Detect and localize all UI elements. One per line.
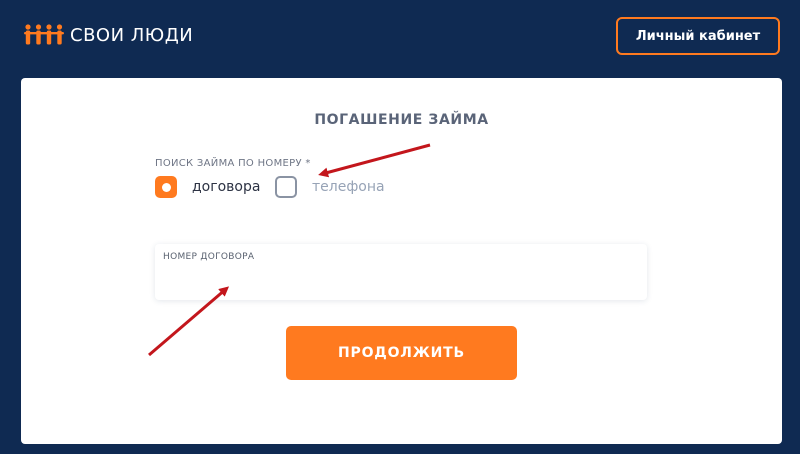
contract-option-label: договора: [192, 179, 261, 195]
contract-number-input[interactable]: [163, 268, 637, 294]
search-by-contract-option[interactable]: договора: [155, 176, 260, 198]
logo-text: СВОИ ЛЮДИ: [70, 24, 194, 46]
search-by-label: ПОИСК ЗАЙМА ПО НОМЕРУ *: [155, 158, 311, 169]
phone-option-label: телефона: [312, 179, 385, 195]
personal-cabinet-button[interactable]: Личный кабинет: [616, 17, 780, 55]
contract-number-field[interactable]: НОМЕР ДОГОВОРА: [155, 244, 647, 300]
phone-checkbox[interactable]: [275, 176, 297, 198]
checked-dot-icon: [161, 182, 171, 192]
contract-checkbox[interactable]: [155, 176, 177, 198]
people-group-logo-icon: [24, 24, 64, 45]
page-title: ПОГАШЕНИЕ ЗАЙМА: [314, 112, 489, 128]
contract-number-label: НОМЕР ДОГОВОРА: [163, 252, 255, 262]
logo[interactable]: СВОИ ЛЮДИ: [24, 24, 193, 46]
search-by-phone-option[interactable]: телефона: [275, 176, 385, 198]
continue-button[interactable]: ПРОДОЛЖИТЬ: [286, 326, 517, 380]
header: СВОИ ЛЮДИ Личный кабинет: [0, 0, 800, 78]
loan-repayment-card: ПОГАШЕНИЕ ЗАЙМА ПОИСК ЗАЙМА ПО НОМЕРУ * …: [21, 78, 782, 444]
